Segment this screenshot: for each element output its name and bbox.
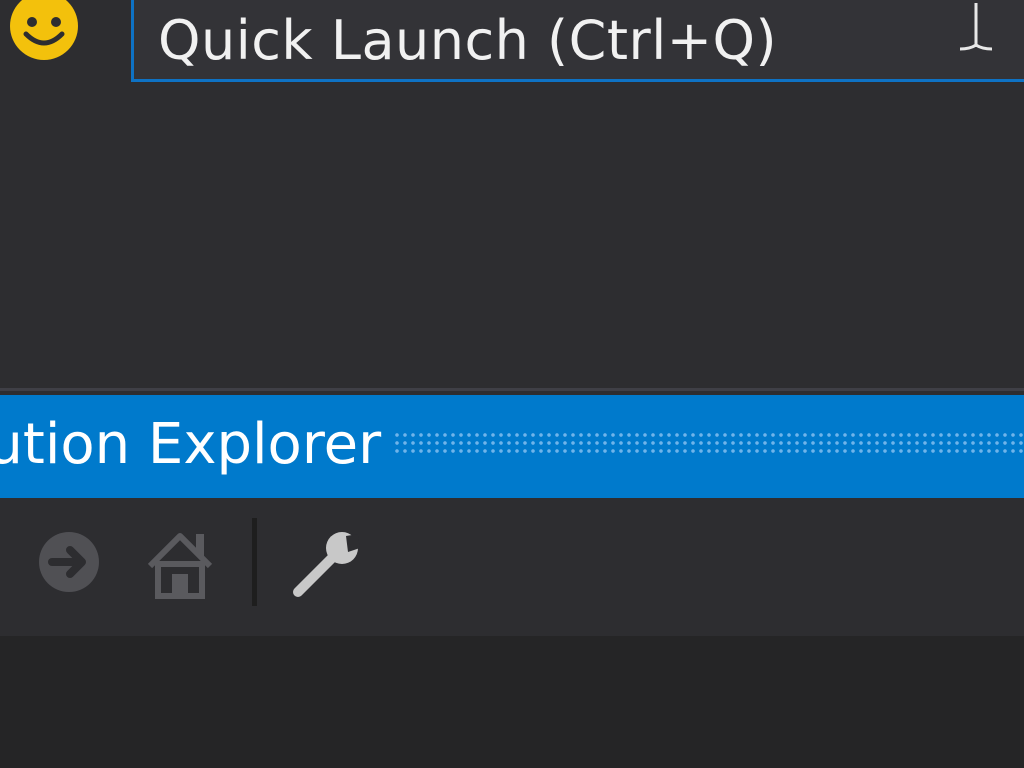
visual-studio-window: Quick Launch (Ctrl+Q) Solution Explorer xyxy=(0,0,1024,768)
properties-button[interactable] xyxy=(288,526,368,606)
tool-window-title: Solution Explorer xyxy=(0,412,382,477)
tool-window-title-bar[interactable]: Solution Explorer xyxy=(0,395,1024,498)
solution-tree-area xyxy=(0,636,1024,768)
title-bar-grip[interactable] xyxy=(393,431,1024,453)
home-button[interactable] xyxy=(142,526,218,606)
forward-button[interactable] xyxy=(36,526,102,606)
toolbar-separator xyxy=(252,518,257,606)
quick-launch-placeholder: Quick Launch (Ctrl+Q) xyxy=(158,9,778,72)
panel-divider xyxy=(0,388,1024,391)
smiley-feedback-icon[interactable] xyxy=(8,0,80,64)
ibeam-cursor-icon xyxy=(956,1,996,53)
quick-launch-input[interactable]: Quick Launch (Ctrl+Q) xyxy=(131,0,1024,82)
solution-explorer-toolbar xyxy=(0,498,1024,636)
